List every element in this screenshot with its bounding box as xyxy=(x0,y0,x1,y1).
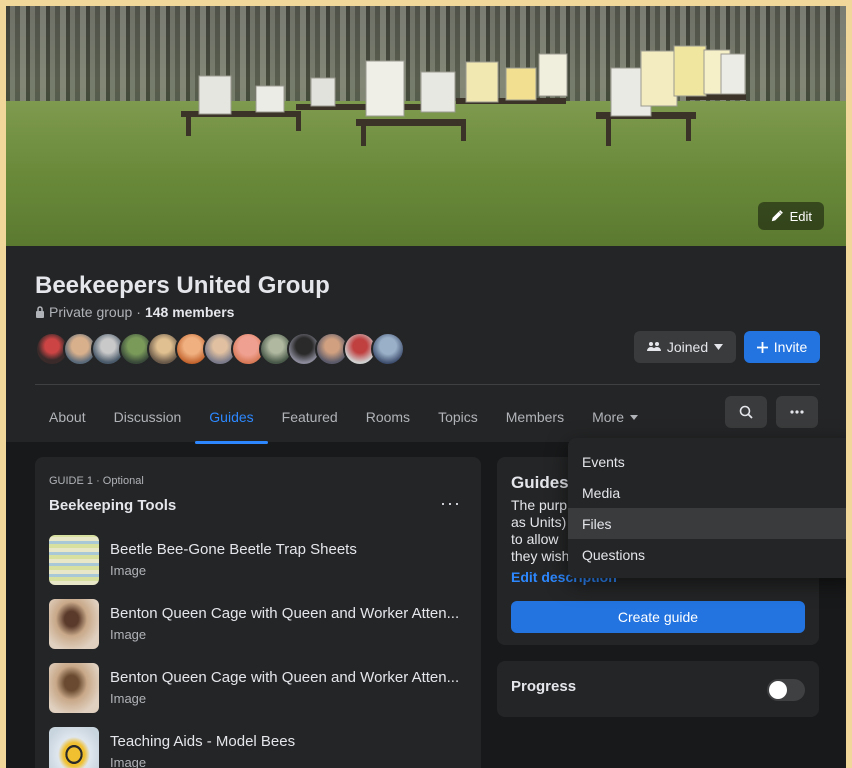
progress-label: Progress xyxy=(511,678,577,695)
menu-item-files[interactable]: Files xyxy=(568,508,846,539)
tab-more-label: More xyxy=(592,409,625,425)
cover-photo: Edit xyxy=(6,6,846,246)
list-item[interactable]: Benton Queen Cage with Queen and Worker … xyxy=(49,599,469,651)
privacy-label: Private group xyxy=(49,304,133,320)
joined-button[interactable]: Joined xyxy=(634,331,736,363)
member-count[interactable]: 148 members xyxy=(145,304,235,320)
guide-title[interactable]: Beekeeping Tools xyxy=(49,497,176,514)
list-item[interactable]: Teaching Aids - Model Bees Image xyxy=(49,727,469,768)
tab-featured[interactable]: Featured xyxy=(268,392,352,442)
group-tabs: About Discussion Guides Featured Rooms T… xyxy=(35,392,652,444)
tab-more[interactable]: More xyxy=(578,392,652,442)
caret-down-icon xyxy=(714,344,724,350)
item-thumbnail xyxy=(49,535,99,585)
item-thumbnail xyxy=(49,663,99,713)
joined-label: Joined xyxy=(666,339,709,355)
item-type: Image xyxy=(110,691,147,706)
caret-down-icon xyxy=(630,414,639,420)
edit-cover-button[interactable]: Edit xyxy=(757,202,824,230)
item-title: Teaching Aids - Model Bees xyxy=(110,733,296,750)
progress-toggle[interactable] xyxy=(767,679,805,701)
invite-button[interactable]: Invite xyxy=(744,331,820,363)
guides-panel-title: Guides xyxy=(511,473,569,492)
invite-label: Invite xyxy=(773,339,808,355)
group-meta: Private group · 148 members xyxy=(35,304,234,320)
avatar[interactable] xyxy=(371,332,405,366)
ellipsis-icon xyxy=(790,410,804,414)
menu-item-questions[interactable]: Questions xyxy=(568,539,846,570)
toggle-knob xyxy=(769,681,787,699)
tab-about[interactable]: About xyxy=(35,392,100,442)
member-avatars[interactable] xyxy=(35,332,405,366)
pencil-icon xyxy=(770,209,784,223)
plus-icon xyxy=(756,341,768,353)
guide-more-button[interactable]: ··· xyxy=(440,493,461,514)
beehives-illustration xyxy=(181,45,746,146)
menu-item-media[interactable]: Media xyxy=(568,477,846,508)
edit-cover-label: Edit xyxy=(789,208,812,224)
progress-card: Progress xyxy=(497,661,819,717)
tab-discussion[interactable]: Discussion xyxy=(100,392,196,442)
more-dropdown-menu: Events Media Files Questions xyxy=(568,438,846,578)
item-type: Image xyxy=(110,563,147,578)
app-window: Edit Beekeepers United Group Private gro… xyxy=(6,6,846,768)
group-header: Beekeepers United Group Private group · … xyxy=(6,246,846,444)
guide-label: GUIDE 1 · Optional xyxy=(49,475,144,487)
create-guide-button[interactable]: Create guide xyxy=(511,601,805,633)
item-type: Image xyxy=(110,627,147,642)
menu-item-events[interactable]: Events xyxy=(568,446,846,477)
item-thumbnail xyxy=(49,727,99,768)
item-title: Benton Queen Cage with Queen and Worker … xyxy=(110,669,460,686)
search-icon xyxy=(739,405,753,419)
item-title: Beetle Bee-Gone Beetle Trap Sheets xyxy=(110,541,357,558)
header-divider xyxy=(35,384,820,385)
group-name: Beekeepers United Group xyxy=(35,272,330,299)
search-button[interactable] xyxy=(725,396,767,428)
group-members-icon xyxy=(646,341,661,353)
item-type: Image xyxy=(110,755,147,768)
tab-topics[interactable]: Topics xyxy=(424,392,492,442)
tab-rooms[interactable]: Rooms xyxy=(352,392,424,442)
tab-members[interactable]: Members xyxy=(492,392,578,442)
list-item[interactable]: Beetle Bee-Gone Beetle Trap Sheets Image xyxy=(49,535,469,587)
more-options-button[interactable] xyxy=(776,396,818,428)
guide-card: GUIDE 1 · Optional Beekeeping Tools ··· … xyxy=(35,457,481,768)
lock-icon xyxy=(35,306,45,318)
item-title: Benton Queen Cage with Queen and Worker … xyxy=(110,605,460,622)
meta-separator: · xyxy=(136,304,141,320)
list-item[interactable]: Benton Queen Cage with Queen and Worker … xyxy=(49,663,469,715)
tab-guides[interactable]: Guides xyxy=(195,392,269,444)
item-thumbnail xyxy=(49,599,99,649)
